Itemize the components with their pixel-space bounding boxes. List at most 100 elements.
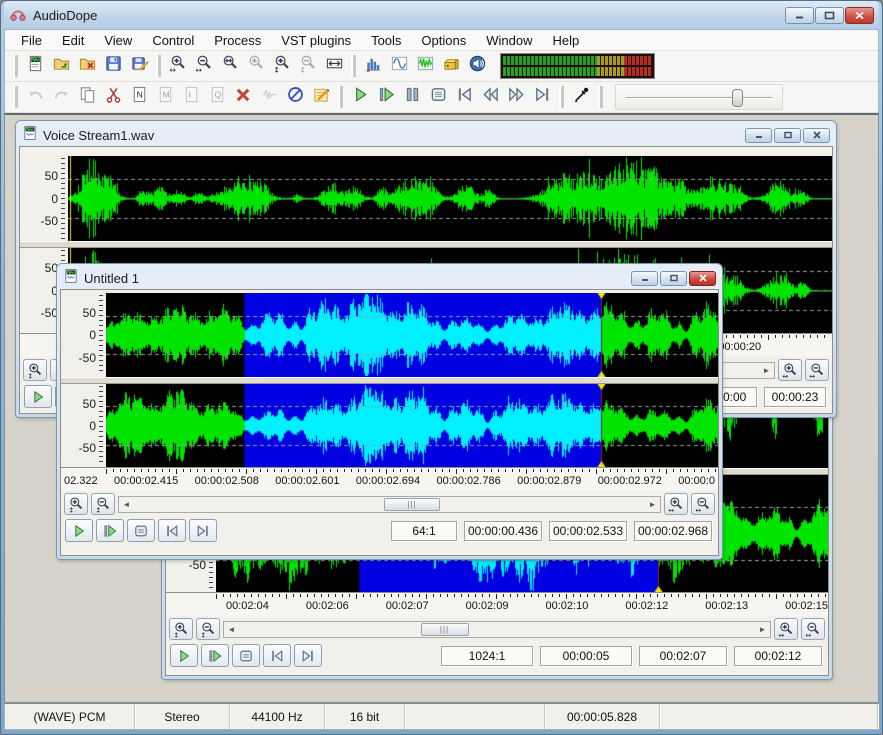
zoom-out-button[interactable]: ↔ — [805, 359, 829, 381]
zoom-in-button[interactable]: ↔ — [165, 54, 191, 79]
menu-edit[interactable]: Edit — [52, 31, 94, 50]
ruler-label: 00:00:02.972 — [598, 475, 662, 487]
rewind-button[interactable] — [477, 85, 503, 110]
waveform-view-button[interactable] — [412, 54, 438, 79]
zoom-vertical-in-button[interactable]: ↕ — [64, 493, 88, 515]
menu-window[interactable]: Window — [476, 31, 542, 50]
waveform-channel-1[interactable] — [106, 293, 718, 377]
zoom-vertical-out-icon: ↕ — [299, 54, 318, 78]
child-titlebar[interactable]: Voice Stream1.wav — [19, 124, 833, 146]
toolbar-separator — [13, 55, 18, 77]
close-button[interactable] — [845, 7, 874, 24]
scroll-left-arrow[interactable]: ◄ — [224, 622, 239, 637]
zoom-to-window-button[interactable] — [217, 54, 243, 79]
zoom-vertical-in-button[interactable]: ↕ — [269, 54, 295, 79]
child-close-button[interactable] — [803, 128, 830, 143]
sound-settings-button[interactable] — [464, 54, 490, 79]
new-file-button[interactable] — [22, 54, 48, 79]
cut-icon — [104, 85, 123, 109]
waveform-channel-2[interactable] — [106, 384, 718, 467]
close-file-button[interactable] — [74, 54, 100, 79]
horizontal-scrollbar[interactable]: ◄ ► ||| — [223, 621, 771, 638]
save-file-button[interactable] — [100, 54, 126, 79]
volume-thumb[interactable] — [732, 89, 743, 107]
play-selection-button[interactable] — [201, 644, 229, 667]
go-begin-button[interactable] — [451, 85, 477, 110]
signal-generator-button[interactable] — [386, 54, 412, 79]
pipette-button[interactable] — [568, 85, 594, 110]
paste-new-button[interactable]: N — [126, 85, 152, 110]
ruler-ticks — [216, 594, 826, 599]
statistics-button[interactable] — [360, 54, 386, 79]
pencil-edit-button[interactable] — [308, 85, 334, 110]
zoom-vertical-out-button[interactable]: ↕ — [196, 618, 220, 640]
play-selection-button[interactable] — [373, 85, 399, 110]
go-end-button[interactable] — [529, 85, 555, 110]
maximize-button[interactable] — [815, 7, 844, 24]
zoom-vertical-in-button[interactable]: ↕ — [23, 359, 47, 381]
child-close-button[interactable] — [689, 271, 716, 286]
menu-view[interactable]: View — [94, 31, 142, 50]
zoom-in-button[interactable]: ↔ — [778, 359, 802, 381]
scroll-right-arrow[interactable]: ► — [755, 622, 770, 637]
child-restore-button[interactable] — [660, 271, 687, 286]
media-device-button[interactable] — [438, 54, 464, 79]
save-file-as-button[interactable] — [126, 54, 152, 79]
zoom-in-button[interactable]: ↔ — [774, 618, 798, 640]
zoom-vertical-out-button[interactable]: ↕ — [91, 493, 115, 515]
go-begin-button[interactable] — [263, 644, 291, 667]
play-button[interactable] — [347, 85, 373, 110]
go-begin-button[interactable] — [158, 519, 186, 542]
child-titlebar[interactable]: Untitled 1 — [60, 267, 719, 289]
minimize-button[interactable] — [785, 7, 814, 24]
save-file-icon — [104, 54, 123, 78]
mute-button[interactable] — [282, 85, 308, 110]
scroll-right-arrow[interactable]: ► — [759, 363, 774, 378]
scrollbar-thumb[interactable]: ||| — [421, 623, 469, 636]
zoom-in-button[interactable]: ↔ — [664, 493, 688, 515]
scrollbar-thumb[interactable]: ||| — [384, 498, 440, 511]
zoom-out-button[interactable]: ↔ — [691, 493, 715, 515]
ruler-label: 00:00:02.786 — [436, 475, 500, 487]
play-selection-button[interactable] — [96, 519, 124, 542]
child-restore-button[interactable] — [774, 128, 801, 143]
zoom-out-button[interactable]: ↔ — [801, 618, 825, 640]
pause-button[interactable] — [399, 85, 425, 110]
waveform-channel-1[interactable] — [68, 156, 832, 241]
copy-button[interactable] — [74, 85, 100, 110]
amplitude-scale: 500-50 — [61, 293, 106, 377]
menu-vst-plugins[interactable]: VST plugins — [271, 31, 361, 50]
scroll-left-arrow[interactable]: ◄ — [119, 497, 134, 512]
go-end-button[interactable] — [294, 644, 322, 667]
ruler-label: 02.322 — [64, 475, 98, 487]
menu-process[interactable]: Process — [204, 31, 271, 50]
menu-options[interactable]: Options — [411, 31, 476, 50]
amp-label-neg: -50 — [41, 214, 58, 228]
main-titlebar[interactable]: AudioDope — [4, 1, 879, 29]
delete-button[interactable] — [230, 85, 256, 110]
play-button[interactable] — [24, 385, 52, 408]
zoom-out-button[interactable]: ↔ — [191, 54, 217, 79]
open-file-button[interactable] — [48, 54, 74, 79]
cut-button[interactable] — [100, 85, 126, 110]
delete-icon — [234, 85, 253, 109]
stop-button[interactable] — [425, 85, 451, 110]
go-end-button[interactable] — [189, 519, 217, 542]
child-minimize-button[interactable] — [745, 128, 772, 143]
scroll-row: ↕↕ ◄ ► ||| ↔↔ — [61, 491, 718, 517]
stop-button[interactable] — [232, 644, 260, 667]
menu-control[interactable]: Control — [142, 31, 204, 50]
child-minimize-button[interactable] — [631, 271, 658, 286]
stop-button[interactable] — [127, 519, 155, 542]
zoom-vertical-in-button[interactable]: ↕ — [169, 618, 193, 640]
menu-help[interactable]: Help — [542, 31, 589, 50]
fit-to-window-button[interactable] — [321, 54, 347, 79]
menu-file[interactable]: File — [11, 31, 52, 50]
volume-slider[interactable] — [615, 84, 783, 110]
play-button[interactable] — [170, 644, 198, 667]
menu-tools[interactable]: Tools — [361, 31, 411, 50]
play-button[interactable] — [65, 519, 93, 542]
scroll-right-arrow[interactable]: ► — [645, 497, 660, 512]
horizontal-scrollbar[interactable]: ◄ ► ||| — [118, 496, 661, 513]
forward-button[interactable] — [503, 85, 529, 110]
